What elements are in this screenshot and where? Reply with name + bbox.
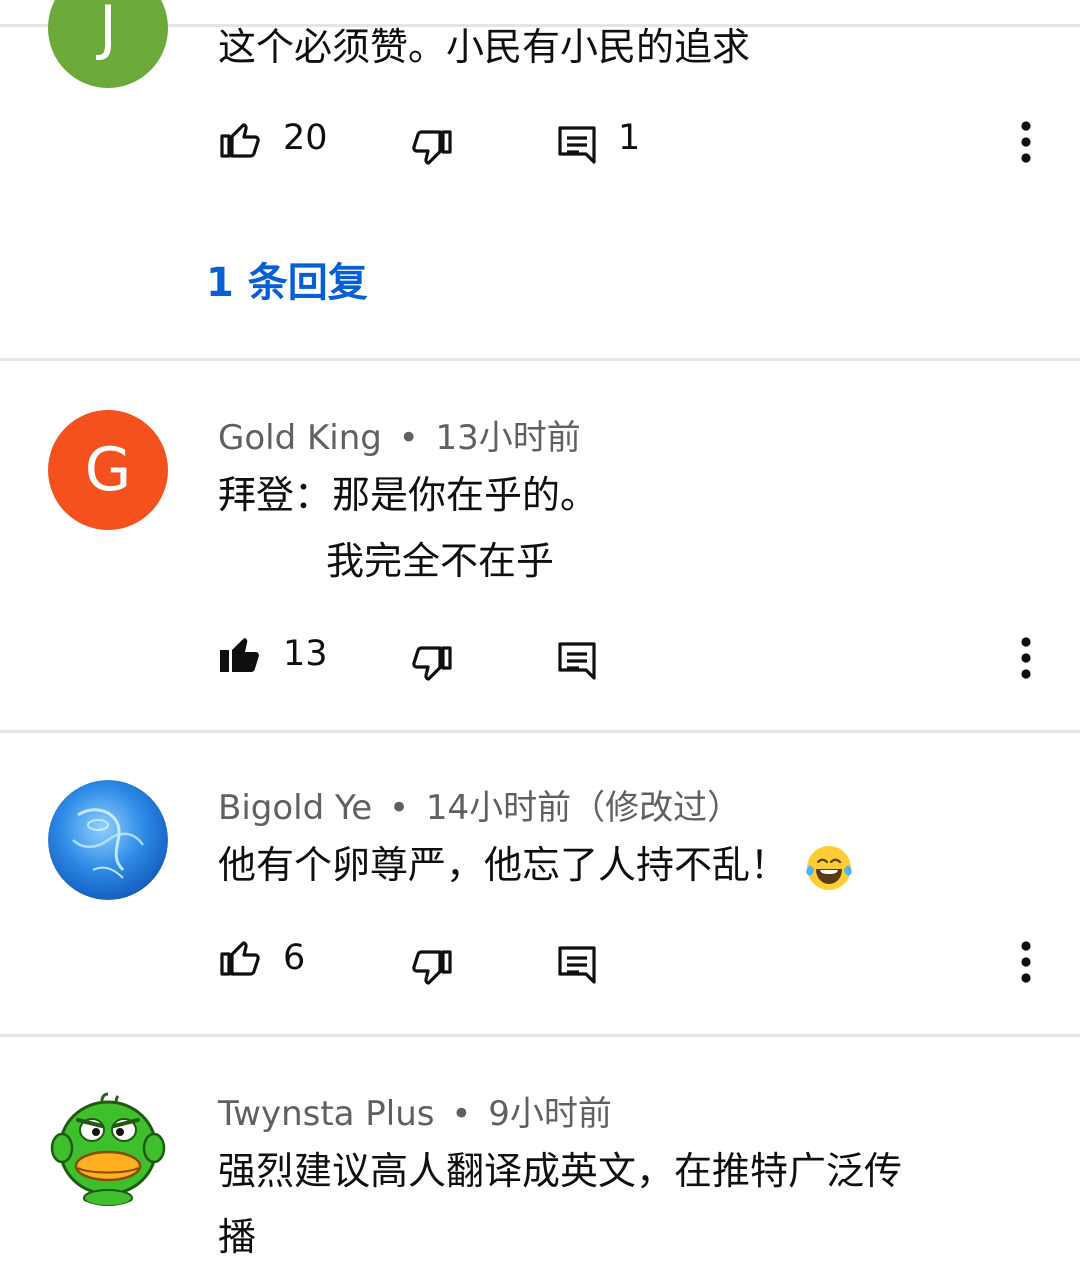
like-count: 6 [283, 938, 306, 978]
like-filled-icon[interactable] [216, 630, 264, 678]
meta-separator: • [388, 788, 410, 828]
comment-text: 他有个卵尊严，他忘了人持不乱！ [218, 832, 854, 898]
avatar-letter: J [99, 0, 117, 63]
timestamp: 14小时前（修改过） [425, 788, 742, 828]
avatar[interactable] [48, 780, 168, 900]
comment-text: 拜登：那是你在乎的。 [218, 473, 599, 517]
timestamp: 13小时前 [435, 418, 581, 458]
more-options-icon[interactable] [1006, 938, 1046, 986]
comment-text: 我完全不在乎 [326, 539, 555, 583]
comment-meta: Twynsta Plus • 9小时前 [218, 1086, 612, 1135]
avatar[interactable] [48, 1086, 168, 1206]
comment-text: 这个必须赞。小民有小民的追求 [218, 25, 751, 69]
reply-icon[interactable] [554, 122, 602, 170]
dislike-icon[interactable] [408, 640, 456, 688]
like-icon[interactable] [216, 934, 264, 982]
dislike-icon[interactable] [408, 944, 456, 992]
comment-text-line: 他有个卵尊严，他忘了人持不乱！ [218, 843, 789, 887]
green-duck-avatar-icon [50, 1092, 166, 1206]
reply-icon[interactable] [554, 942, 602, 990]
divider [0, 1034, 1080, 1037]
dislike-icon[interactable] [408, 124, 456, 172]
divider [0, 358, 1080, 361]
reply-icon[interactable] [554, 638, 602, 686]
meta-separator: • [451, 1094, 472, 1134]
like-count: 13 [283, 634, 328, 674]
reply-count: 1 [618, 118, 641, 158]
laughing-tears-emoji-icon [806, 845, 852, 890]
comment-text: 强烈建议高人翻译成英文，在推特广泛传 [218, 1149, 903, 1193]
avatar[interactable]: G [48, 410, 168, 530]
comment-meta: Bigold Ye • 14小时前（修改过） [218, 780, 741, 829]
blue-koi-avatar-icon [48, 780, 168, 900]
timestamp: 9小时前 [488, 1094, 612, 1134]
meta-separator: • [398, 418, 419, 458]
more-options-icon[interactable] [1006, 634, 1046, 682]
comment-meta: Gold King • 13小时前 [218, 410, 581, 459]
avatar-letter: G [84, 435, 132, 505]
comment-text: 播 [218, 1215, 257, 1259]
divider [0, 730, 1080, 733]
author-name[interactable]: Bigold Ye [218, 788, 372, 828]
like-count: 20 [283, 118, 328, 158]
more-options-icon[interactable] [1006, 118, 1046, 166]
author-name[interactable]: Twynsta Plus [218, 1094, 435, 1134]
like-icon[interactable] [216, 116, 264, 164]
view-replies-link[interactable]: 1 条回复 [206, 250, 368, 308]
author-name[interactable]: Gold King [218, 418, 382, 458]
avatar[interactable]: J [48, 0, 168, 88]
